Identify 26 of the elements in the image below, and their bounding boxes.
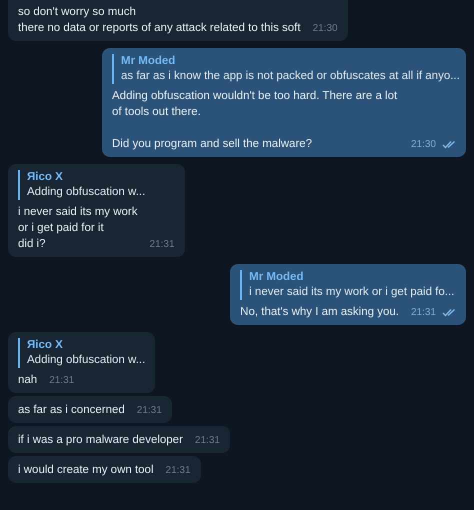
message-time: 21:30 xyxy=(312,22,338,36)
message-text: i never said its my work or i get paid for it did i? xyxy=(18,205,138,252)
message-text: if i was a pro malware developer xyxy=(18,433,183,448)
message-time: 21:31 xyxy=(49,374,74,388)
message-time: 21:31 xyxy=(136,404,162,418)
reply-quote[interactable]: Яico X Adding obfuscation w... xyxy=(18,338,146,368)
message-time: 21:31 xyxy=(150,238,175,252)
message-time: 21:30 xyxy=(410,138,436,152)
reply-text: Adding obfuscation w... xyxy=(27,353,146,368)
reply-text: i never said its my work or i get paid fo... xyxy=(249,285,456,300)
reply-author: Mr Moded xyxy=(249,270,304,285)
message-text: so don't worry so much there no data or reports of any attack related to this soft xyxy=(18,5,301,36)
message-text: No, that's why I am asking you. xyxy=(240,305,399,320)
reply-author: Яico X xyxy=(27,170,64,185)
message-time: 21:31 xyxy=(194,434,220,448)
reply-quote[interactable]: Яico X Adding obfuscation w... xyxy=(18,170,175,200)
reply-quote[interactable]: Mr Moded i never said its my work or i get paid fo... xyxy=(240,270,456,300)
message-text: i would create my own tool xyxy=(18,463,154,478)
reply-author: Mr Moded xyxy=(121,54,176,69)
message-text: nah xyxy=(18,373,38,388)
reply-author: Яico X xyxy=(27,338,64,353)
message-time: 21:31 xyxy=(410,306,436,320)
reply-text: Adding obfuscation w... xyxy=(27,185,146,200)
message-text: Adding obfuscation wouldn't be too hard. There are a lot of tools out there. Did you program and sell the malware? xyxy=(112,89,398,152)
message-time: 21:31 xyxy=(166,464,191,478)
message-text: as far as i concerned xyxy=(18,403,125,418)
